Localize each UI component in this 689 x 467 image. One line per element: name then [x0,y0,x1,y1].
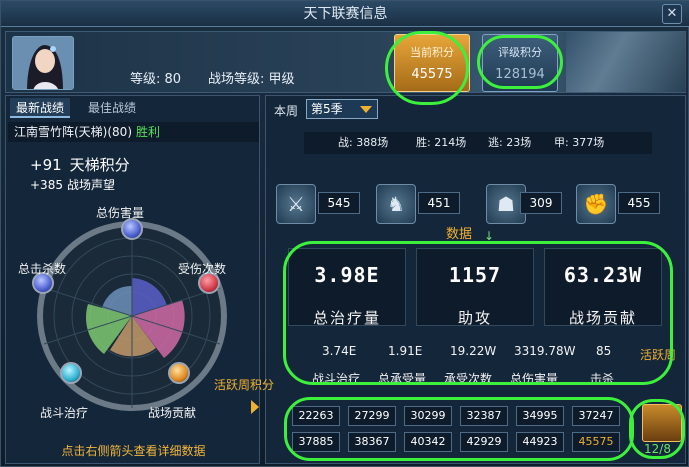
detail-value: 3319.78W [514,344,576,358]
summary-wins: 胜: 214场 [416,136,467,149]
radar-label-kills: 总击杀数 [18,262,67,276]
total-healing-cell: 3.98E 总治疗量 [288,248,406,327]
assists-cell: 1157 助攻 [416,248,534,327]
battlefield-rank: 战场等级: 甲级 [208,72,295,87]
radar-label-hits-taken: 受伤次数 [178,262,227,276]
radar-label-healing: 战斗治疗 [40,406,89,420]
current-score-value: 45575 [411,67,453,82]
summary-grade-a: 甲: 377场 [554,136,605,149]
week-points-annotation: 活跃周积分 [214,378,275,392]
rating-score-card: 评级积分 128194 [482,34,558,92]
header-background-art [566,32,686,92]
chevron-down-icon [360,106,372,113]
performance-radar [32,216,232,416]
detail-label: 承受次数 [444,372,493,386]
week-points-cell: 40342 [404,432,452,452]
treasure-chest-icon[interactable] [642,404,682,442]
avatar [12,36,74,90]
swords-stat-value: 545 [318,192,360,214]
window-title: 天下联赛信息 [1,1,689,27]
current-score-label: 当前积分 [410,46,454,59]
weekly-points-grid: 22263 27299 30299 32387 34995 37247 3788… [292,406,632,458]
close-button[interactable]: ✕ [662,4,682,24]
tab-best-record[interactable]: 最佳战绩 [82,98,142,118]
detail-values-row: 3.74E 1.91E 19.22W 3319.78W 85 [286,344,626,364]
summary-escapes: 逃: 23场 [488,136,532,149]
details-hint: 点击右侧箭头查看详细数据 [61,444,206,458]
latest-record-panel: 最新战绩 最佳战绩 江南雪竹阵(天梯)(80) 胜利 +91 天梯积分 +385 战场… [5,95,260,464]
total-healing-label: 总治疗量 [312,309,381,327]
assists-label: 助攻 [457,309,492,327]
rating-score-value: 128194 [495,67,545,82]
match-name: 江南雪竹阵(天梯)(80) [14,125,132,139]
detail-label: 战斗治疗 [312,372,361,386]
week-points-cell: 42929 [460,432,508,452]
prestige-gain: +385 战场声望 [30,176,115,193]
ladder-points-value: +91 [30,156,62,174]
detail-labels-row: 战斗治疗 总承受量 承受次数 总伤害量 击杀 [286,370,646,388]
week-label: 本周 [274,104,299,118]
assists-value: 1157 [448,263,502,287]
week-points-cell: 30299 [404,406,452,426]
detail-value: 19.22W [450,344,497,358]
total-healing-value: 3.98E [314,263,380,287]
week-points-cell: 22263 [292,406,340,426]
week-points-cell: 34995 [516,406,564,426]
down-arrow-icon: ↓ [484,229,495,243]
close-icon: ✕ [666,6,678,21]
battle-summary: 战: 388场 胜: 214场 逃: 23场 甲: 377场 [304,132,652,154]
crossed-swords-icon: ⚔ [276,184,316,224]
week-points-cell: 38367 [348,432,396,452]
league-info-window: 天下联赛信息 ✕ 等级: 80 战场等级: 甲级 当前积分 45575 评级积分… [0,0,689,467]
week-points-cell: 37247 [572,406,620,426]
handshake-stat-value: 455 [618,192,660,214]
prestige-label: 战场声望 [66,178,115,192]
chest-count: 12/8 [644,442,671,456]
details-arrow-icon[interactable] [251,400,259,414]
week-points-cell: 37885 [292,432,340,452]
contribution-label: 战场贡献 [568,309,637,327]
week-points-cell: 44923 [516,432,564,452]
match-row: 江南雪竹阵(天梯)(80) 胜利 [8,122,259,142]
handshake-icon: ✊ [576,184,616,224]
warrior-stat-value: 309 [520,192,562,214]
player-header: 等级: 80 战场等级: 甲级 当前积分 45575 评级积分 128194 [5,31,686,93]
damage-orb-icon [121,218,143,240]
active-week-annotation: 活跃周 [640,348,677,362]
ladder-points-gain: +91 天梯积分 [30,154,130,175]
week-points-cell-current: 45575 [572,432,620,452]
radar-label-damage: 总伤害量 [96,206,145,220]
season-value: 第5季 [311,102,343,116]
healing-orb-icon [60,362,82,384]
detail-value: 1.91E [388,344,423,358]
player-level: 等级: 80 [130,72,182,87]
detail-value: 85 [596,344,612,358]
radar-label-contribution: 战场贡献 [148,406,197,420]
contribution-cell: 63.23W 战场贡献 [544,248,662,327]
horse-icon: ♞ [376,184,416,224]
ladder-points-label: 天梯积分 [69,156,130,174]
data-annotation: 数据 [446,227,473,242]
season-stats-panel: 本周 第5季 战: 388场 胜: 214场 逃: 23场 甲: 377场 ⚔ … [214,95,686,464]
season-dropdown[interactable]: 第5季 [306,99,378,119]
detail-label: 击杀 [590,372,615,386]
detail-label: 总伤害量 [510,372,559,386]
detail-label: 总承受量 [378,372,427,386]
prestige-value: +385 [30,178,63,192]
week-points-cell: 27299 [348,406,396,426]
summary-battles: 战: 388场 [338,136,389,149]
week-points-cell: 32387 [460,406,508,426]
detail-value: 3.74E [322,344,357,358]
match-result: 胜利 [136,125,161,139]
rating-score-label: 评级积分 [498,46,542,59]
tab-latest-record[interactable]: 最新战绩 [10,98,71,118]
contribution-value: 63.23W [563,263,643,287]
contribution-orb-icon [168,362,190,384]
horse-stat-value: 451 [418,192,460,214]
current-score-card: 当前积分 45575 [394,34,470,92]
